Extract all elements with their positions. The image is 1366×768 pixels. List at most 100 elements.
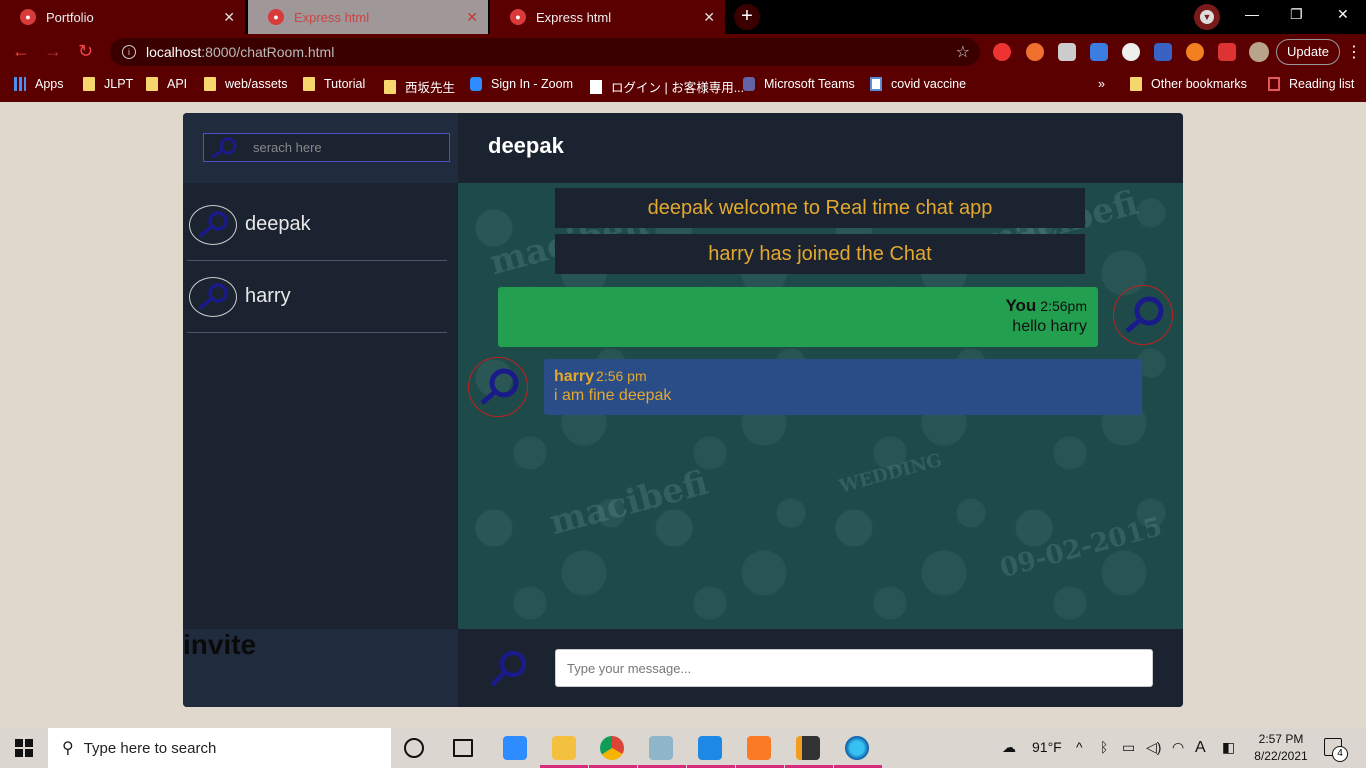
chat-app: deepak harry invite deepak	[183, 113, 1183, 707]
edge-icon[interactable]	[845, 736, 869, 760]
bookmark-apps[interactable]: Apps	[14, 77, 64, 91]
clock[interactable]: 2:57 PM 8/22/2021	[1250, 731, 1312, 765]
taskbar-search[interactable]: ⚲ Type here to search	[48, 728, 391, 768]
search-icon	[1125, 296, 1164, 333]
message-input[interactable]	[555, 649, 1153, 687]
battery-icon[interactable]: ▭	[1122, 739, 1135, 756]
task-view-icon[interactable]	[453, 739, 473, 757]
folder-icon	[146, 77, 158, 91]
search-icon: ⚲	[62, 740, 74, 757]
contacts-sidebar: deepak harry invite	[183, 113, 458, 707]
search-icon[interactable]	[486, 647, 530, 691]
puzzle-icon[interactable]	[1218, 43, 1236, 61]
close-icon[interactable]: ✕	[703, 9, 715, 26]
bookmark-label: web/assets	[225, 77, 288, 91]
forward-button[interactable]: →	[44, 41, 62, 62]
volume-icon[interactable]: ◁)	[1146, 739, 1161, 756]
tab-portfolio[interactable]: ● Portfolio ✕	[0, 0, 245, 34]
info-icon[interactable]: i	[122, 45, 136, 59]
tab-express-html-active[interactable]: ● Express html ✕	[248, 0, 488, 34]
search-input[interactable]	[253, 140, 433, 155]
extension-icon[interactable]	[1122, 43, 1140, 61]
update-button[interactable]: Update	[1276, 39, 1340, 65]
extension-icon[interactable]	[1186, 43, 1204, 61]
url-text[interactable]: localhost:8000/chatRoom.html	[146, 44, 334, 60]
bookmarks-overflow-button[interactable]: »	[1098, 77, 1105, 91]
bookmark-label: Other bookmarks	[1151, 77, 1247, 91]
chrome-icon[interactable]	[600, 736, 624, 760]
bookmark-label: API	[167, 77, 188, 91]
close-icon[interactable]: ✕	[466, 9, 478, 26]
bookmark-teacher[interactable]: 西坂先生	[384, 77, 455, 96]
contact-name: deepak	[245, 213, 311, 235]
restore-button[interactable]: ❐	[1290, 6, 1303, 23]
extension-icon[interactable]	[1154, 43, 1172, 61]
cortana-icon[interactable]	[404, 738, 424, 758]
extension-icon[interactable]	[1026, 43, 1044, 61]
tab-express-html[interactable]: ● Express html ✕	[490, 0, 725, 34]
search-box[interactable]	[203, 133, 450, 162]
bluetooth-icon[interactable]: ᛒ	[1100, 739, 1108, 755]
translate-extension-icon[interactable]	[1090, 43, 1108, 61]
folder-icon	[83, 77, 95, 91]
bookmark-login[interactable]: ログイン | お客様専用...	[590, 77, 744, 96]
weather-icon[interactable]: ☁	[1002, 739, 1016, 756]
wallpaper-text: macibefi	[545, 462, 713, 544]
sublime-icon[interactable]	[796, 736, 820, 760]
page-viewport: deepak harry invite deepak	[0, 102, 1366, 728]
xampp-icon[interactable]	[747, 736, 771, 760]
system-message: harry has joined the Chat	[555, 234, 1085, 274]
input-language-icon[interactable]: A	[1195, 739, 1206, 757]
close-icon[interactable]: ✕	[223, 9, 235, 26]
vscode-icon[interactable]	[698, 736, 722, 760]
tab-title: Express html	[294, 9, 370, 25]
weather-temp[interactable]: 91°F	[1032, 739, 1062, 755]
tab-search-button[interactable]: ▼	[1194, 4, 1220, 30]
minimize-button[interactable]: —	[1245, 6, 1259, 22]
bookmark-teams[interactable]: Microsoft Teams	[743, 77, 855, 91]
bookmark-web-assets[interactable]: web/assets	[204, 77, 288, 91]
notepad-icon[interactable]	[649, 736, 673, 760]
folder-icon	[384, 79, 396, 94]
bookmark-tutorial[interactable]: Tutorial	[303, 77, 365, 91]
avatar	[189, 204, 237, 245]
globe-icon: ●	[510, 9, 526, 25]
message-area[interactable]: macibefi macibefi macibefi 09-02-2015 WE…	[458, 183, 1183, 629]
contact-item-deepak[interactable]: deepak	[187, 189, 447, 261]
wifi-icon[interactable]: ◠	[1172, 739, 1184, 756]
url-host: localhost	[146, 44, 202, 60]
meet-now-icon[interactable]: ◧	[1222, 739, 1235, 756]
windows-start-icon[interactable]	[15, 739, 33, 757]
search-icon	[211, 137, 237, 158]
incoming-message: harry 2:56 pm i am fine deepak	[544, 359, 1142, 415]
document-icon	[590, 79, 602, 94]
globe-icon: ●	[268, 9, 284, 25]
reading-list[interactable]: Reading list	[1268, 77, 1354, 91]
chevron-up-icon[interactable]: ^	[1076, 739, 1083, 755]
bookmark-jlpt[interactable]: JLPT	[83, 77, 133, 91]
profile-avatar[interactable]	[1249, 42, 1269, 62]
adblock-extension-icon[interactable]	[993, 43, 1011, 61]
close-window-button[interactable]: ✕	[1337, 6, 1349, 23]
reload-button[interactable]: ↻	[78, 41, 93, 62]
extension-icon[interactable]	[1058, 43, 1076, 61]
zoom-app-icon[interactable]	[503, 736, 527, 760]
bookmark-other[interactable]: Other bookmarks	[1130, 77, 1247, 91]
windows-taskbar: ⚲ Type here to search ☁ 91°F ^ ᛒ ▭ ◁) ◠ …	[0, 728, 1366, 768]
address-bar[interactable]: i localhost:8000/chatRoom.html ☆	[110, 38, 980, 66]
back-button[interactable]: ←	[12, 41, 30, 62]
invite-link[interactable]: invite	[183, 629, 256, 661]
bookmark-api[interactable]: API	[146, 77, 187, 91]
message-time: 2:56 pm	[596, 368, 647, 384]
bookmark-covid[interactable]: covid vaccine	[870, 77, 966, 91]
file-explorer-icon[interactable]	[552, 736, 576, 760]
bookmark-zoom[interactable]: Sign In - Zoom	[470, 77, 573, 91]
bookmark-star-icon[interactable]: ☆	[956, 42, 970, 62]
invite-area: invite	[183, 629, 458, 707]
new-tab-button[interactable]: +	[734, 4, 760, 30]
bookmark-label: Sign In - Zoom	[491, 77, 573, 91]
browser-tab-bar: ● Portfolio ✕ ● Express html ✕ ● Express…	[0, 0, 1366, 34]
menu-kebab-icon[interactable]: ⋮	[1346, 42, 1362, 62]
contact-item-harry[interactable]: harry	[187, 261, 447, 333]
url-path: :8000/chatRoom.html	[201, 44, 335, 60]
